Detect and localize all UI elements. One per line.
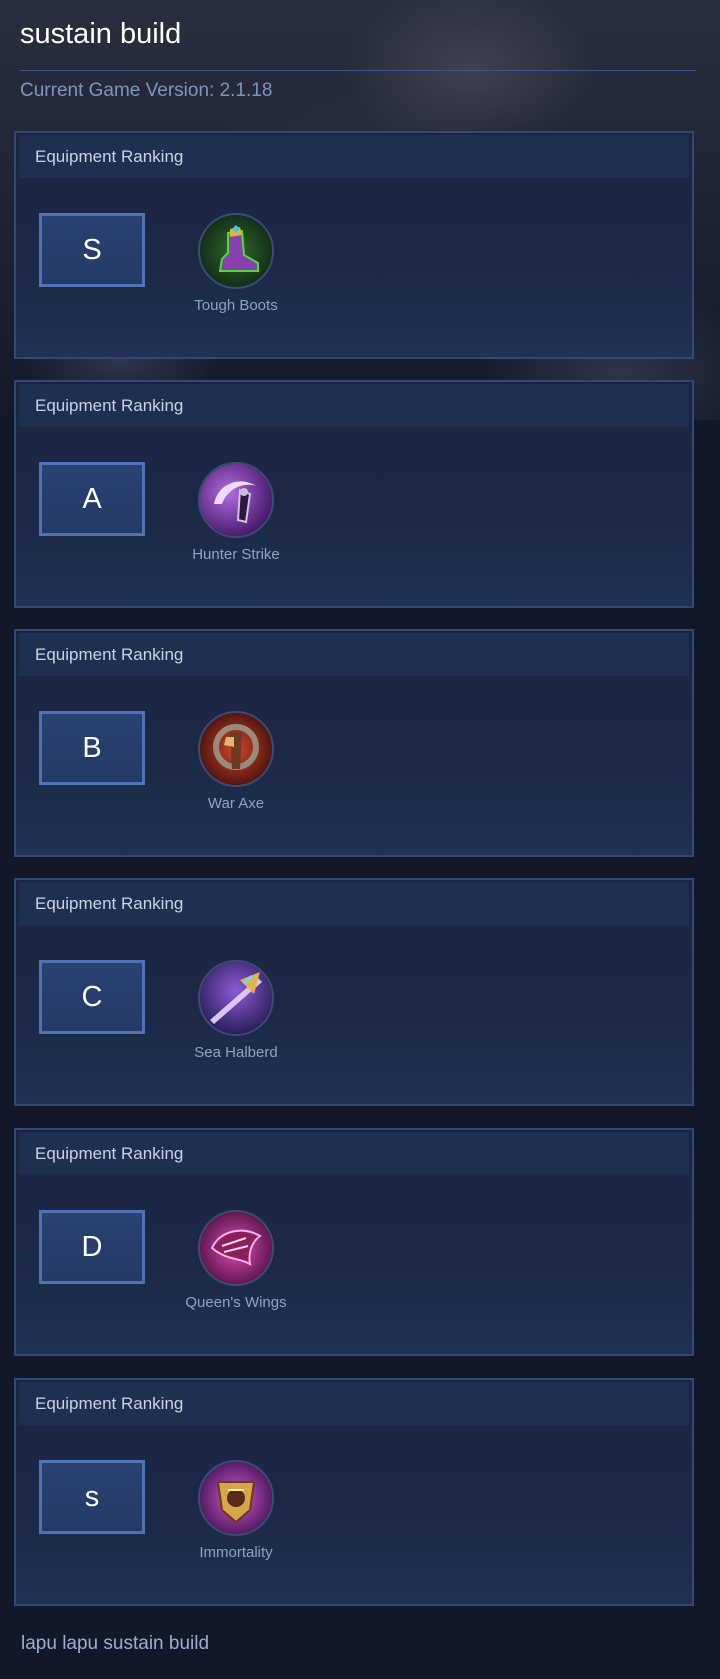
equipment-item[interactable]: Sea Halberd [166,960,306,1061]
card-header: Equipment Ranking [19,135,689,178]
item-name: Hunter Strike [192,546,280,563]
immortality-icon[interactable] [198,1460,274,1536]
item-name: Sea Halberd [194,1044,278,1061]
item-name: War Axe [207,795,265,812]
equipment-item[interactable]: Tough Boots [166,213,306,314]
card-header: Equipment Ranking [19,633,689,676]
title-divider [20,70,696,71]
ranking-card: Equipment Ranking B War Axe [14,629,694,857]
tough-boots-icon[interactable] [198,213,274,289]
ranking-card: Equipment Ranking s Immortality [14,1378,694,1606]
page-title: sustain build [20,18,182,50]
tier-badge: S [39,213,145,287]
tier-badge: C [39,960,145,1034]
equipment-item[interactable]: War Axe [166,711,306,812]
sea-halberd-icon[interactable] [198,960,274,1036]
ranking-card: Equipment Ranking C Sea Halberd [14,878,694,1106]
item-name: Immortality [199,1544,273,1561]
equipment-item[interactable]: Immortality [166,1460,306,1561]
tier-badge: s [39,1460,145,1534]
ranking-card: Equipment Ranking D Queen's Wings [14,1128,694,1356]
item-name: Tough Boots [194,297,278,314]
card-header: Equipment Ranking [19,384,689,427]
card-header: Equipment Ranking [19,1382,689,1425]
tier-badge: B [39,711,145,785]
ranking-card: Equipment Ranking S Tough Boots [14,131,694,359]
tier-badge: D [39,1210,145,1284]
item-name: Queen's Wings [185,1294,287,1311]
queens-wings-icon[interactable] [198,1210,274,1286]
equipment-item[interactable]: Hunter Strike [166,462,306,563]
card-header: Equipment Ranking [19,882,689,925]
card-header: Equipment Ranking [19,1132,689,1175]
equipment-item[interactable]: Queen's Wings [166,1210,306,1311]
game-version: Current Game Version: 2.1.18 [20,80,273,101]
hunter-strike-icon[interactable] [198,462,274,538]
war-axe-icon[interactable] [198,711,274,787]
ranking-card: Equipment Ranking A Hunter Strike [14,380,694,608]
tier-badge: A [39,462,145,536]
footer-text: lapu lapu sustain build [21,1633,210,1654]
